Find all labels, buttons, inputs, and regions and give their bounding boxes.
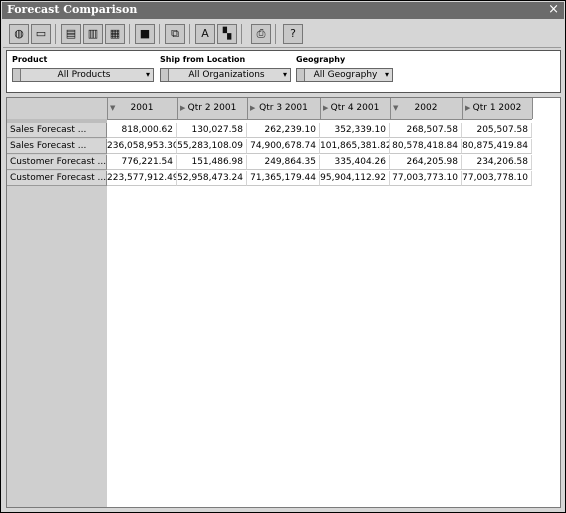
drag-handle-icon[interactable] (13, 69, 21, 81)
expand-arrow-icon[interactable]: ▶ (250, 98, 255, 119)
table-cell[interactable]: 95,904,112.92 (320, 171, 390, 186)
document-icon[interactable]: ▭ (31, 24, 51, 44)
columns-icon[interactable]: ▚ (217, 24, 237, 44)
column-header-row: ▼ 2001 ▶ Qtr 2 2001 ▶ Qtr 3 2001 ▶ Qtr 4 200… (7, 98, 533, 120)
print-icon[interactable]: ⎙ (251, 24, 271, 44)
toolbar-separator (159, 24, 160, 44)
product-label: Product (12, 55, 48, 64)
copy-icon[interactable]: ⧉ (165, 24, 185, 44)
table-cell[interactable]: 151,486.98 (177, 155, 247, 170)
drag-handle-icon[interactable] (297, 69, 305, 81)
row-header[interactable]: Sales Forecast ... (7, 123, 107, 138)
column-header[interactable]: ▼ 2002 (390, 98, 463, 119)
column-header-label: Qtr 3 2001 (259, 103, 308, 113)
calendar-icon[interactable]: ▦ (105, 24, 125, 44)
table-cell[interactable]: 818,000.62 (107, 123, 177, 138)
table-cell[interactable]: 205,507.58 (462, 123, 532, 138)
drag-handle-icon[interactable] (161, 69, 169, 81)
forecast-comparison-window: Forecast Comparison × ◍ ▭ ▤ ▥ ▦ ■ ⧉ A ▚ … (0, 0, 566, 513)
close-icon[interactable]: × (548, 2, 559, 17)
window-title: Forecast Comparison (7, 3, 138, 16)
toolbar: ◍ ▭ ▤ ▥ ▦ ■ ⧉ A ▚ ⎙ ? (3, 21, 561, 48)
save-icon[interactable]: ■ (135, 24, 155, 44)
table-cell[interactable]: 80,875,419.84 (462, 139, 532, 154)
column-header-label: 2001 (130, 103, 154, 113)
product-dropdown[interactable]: All Products ▾ (12, 68, 154, 82)
table-cell[interactable]: 55,283,108.09 (177, 139, 247, 154)
data-grid: ▼ 2001 ▶ Qtr 2 2001 ▶ Qtr 3 2001 ▶ Qtr 4 200… (6, 97, 561, 508)
table-cell[interactable]: 264,205.98 (390, 155, 462, 170)
table-cell[interactable]: 234,206.58 (462, 155, 532, 170)
text-format-icon[interactable]: A (195, 24, 215, 44)
expand-arrow-icon[interactable]: ▶ (323, 98, 328, 119)
column-header[interactable]: ▶ Qtr 2 2001 (177, 98, 248, 119)
chevron-down-icon[interactable]: ▾ (281, 69, 289, 81)
table-cell[interactable]: 249,864.35 (247, 155, 320, 170)
column-header[interactable]: ▶ Qtr 4 2001 (320, 98, 391, 119)
table-cell[interactable]: 101,865,381.82 (320, 139, 390, 154)
row-header[interactable]: Customer Forecast ... (7, 171, 107, 186)
help-icon[interactable]: ? (283, 24, 303, 44)
geography-label: Geography (296, 55, 346, 64)
table-cell[interactable]: 262,239.10 (247, 123, 320, 138)
table-cell[interactable]: 352,339.10 (320, 123, 390, 138)
chart-icon[interactable]: ▥ (83, 24, 103, 44)
ship-from-location-label: Ship from Location (160, 55, 246, 64)
column-header-label: Qtr 4 2001 (330, 103, 380, 113)
expand-arrow-icon[interactable]: ▶ (465, 98, 470, 119)
table-cell[interactable]: 52,958,473.24 (177, 171, 247, 186)
column-header[interactable]: ▶ Qtr 3 2001 (247, 98, 321, 119)
expand-arrow-icon[interactable]: ▼ (393, 98, 398, 119)
expand-arrow-icon[interactable]: ▶ (180, 98, 185, 119)
table-cell[interactable]: 77,003,778.10 (462, 171, 532, 186)
view-table-icon[interactable]: ▤ (61, 24, 81, 44)
chevron-down-icon[interactable]: ▾ (144, 69, 152, 81)
toolbar-separator (275, 24, 276, 44)
column-header-label: Qtr 1 2002 (472, 103, 522, 113)
table-cell[interactable]: 335,404.26 (320, 155, 390, 170)
geography-value: All Geography (313, 70, 378, 80)
table-cell[interactable]: 268,507.58 (390, 123, 462, 138)
expand-arrow-icon[interactable]: ▼ (110, 98, 115, 119)
grid-corner (7, 98, 108, 119)
title-bar: Forecast Comparison × (2, 2, 564, 19)
geography-dropdown[interactable]: All Geography ▾ (296, 68, 393, 82)
table-cell[interactable]: 74,900,678.74 (247, 139, 320, 154)
product-value: All Products (57, 70, 111, 80)
table-cell[interactable]: 71,365,179.44 (247, 171, 320, 186)
ship-from-location-value: All Organizations (188, 70, 265, 80)
table-cell[interactable]: 223,577,912.49 (107, 171, 177, 186)
chevron-down-icon[interactable]: ▾ (383, 69, 391, 81)
globe-icon[interactable]: ◍ (9, 24, 29, 44)
table-cell[interactable]: 80,578,418.84 (390, 139, 462, 154)
ship-from-location-dropdown[interactable]: All Organizations ▾ (160, 68, 291, 82)
column-header-label: 2002 (414, 103, 438, 113)
toolbar-separator (189, 24, 190, 44)
column-header-label: Qtr 2 2001 (187, 103, 237, 113)
column-header[interactable]: ▶ Qtr 1 2002 (462, 98, 533, 119)
toolbar-separator (55, 24, 56, 44)
table-cell[interactable]: 236,058,953.30 (107, 139, 177, 154)
table-cell[interactable]: 77,003,773.10 (390, 171, 462, 186)
row-header[interactable]: Customer Forecast ... (7, 155, 107, 170)
row-header[interactable]: Sales Forecast ... (7, 139, 107, 154)
column-header[interactable]: ▼ 2001 (107, 98, 178, 119)
table-cell[interactable]: 776,221.54 (107, 155, 177, 170)
toolbar-separator (129, 24, 130, 44)
table-cell[interactable]: 130,027.58 (177, 123, 247, 138)
toolbar-separator (241, 24, 242, 44)
filter-bar: Product All Products ▾ Ship from Locatio… (6, 50, 561, 93)
